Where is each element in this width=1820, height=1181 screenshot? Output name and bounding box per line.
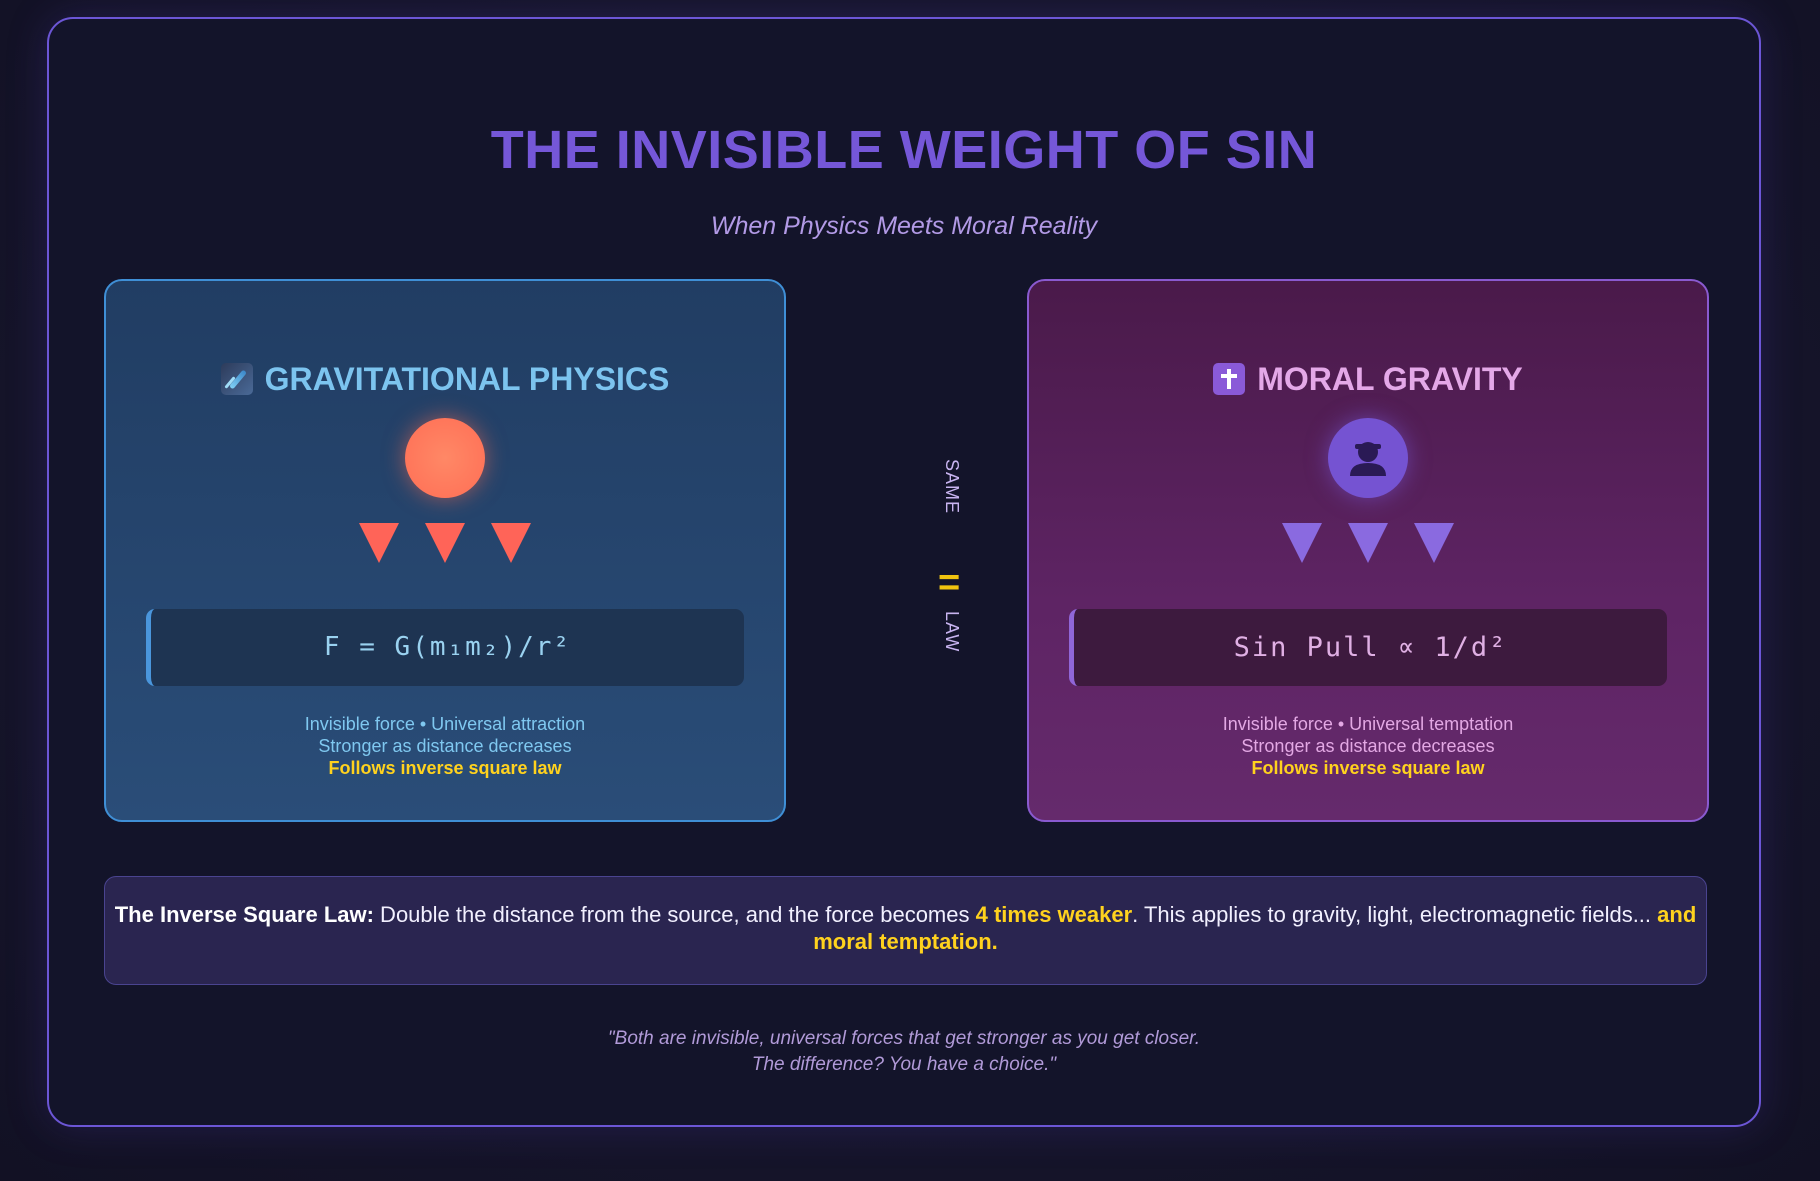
inverse-square-law-banner: The Inverse Square Law: Double the dista… [104, 876, 1707, 985]
mass-orb [405, 418, 485, 498]
physics-heading: GRAVITATIONAL PHYSICS [106, 361, 784, 398]
moral-desc-highlight: Follows inverse square law [1251, 758, 1485, 778]
down-arrow-icon [359, 523, 399, 563]
moral-desc-line2: Stronger as distance decreases [1241, 736, 1495, 756]
quote-line1: "Both are invisible, universal forces th… [607, 1028, 1201, 1049]
gravitational-physics-panel: GRAVITATIONAL PHYSICS F = G(m₁m₂)/r² Inv… [104, 279, 786, 822]
law-label: LAW [942, 611, 962, 653]
moral-desc-line1: Invisible force • Universal temptation [1222, 714, 1514, 734]
moral-description: Invisible force • Universal temptation S… [1029, 713, 1707, 779]
down-arrow-icon [425, 523, 465, 563]
down-arrow-icon [1414, 523, 1454, 563]
moral-pull-arrows [1029, 523, 1707, 563]
person-orb [1328, 418, 1408, 498]
banner-lead: The Inverse Square Law: [114, 902, 374, 927]
down-arrow-icon [491, 523, 531, 563]
physics-pull-arrows [106, 523, 784, 563]
comet-icon [220, 363, 253, 395]
banner-text-1: Double the distance from the source, and… [373, 902, 976, 927]
physics-description: Invisible force • Universal attraction S… [106, 713, 784, 779]
same-label: SAME [942, 459, 962, 515]
down-arrow-icon [1348, 523, 1388, 563]
page-title: THE INVISIBLE WEIGHT OF SIN [490, 120, 1318, 180]
down-arrow-icon [1282, 523, 1322, 563]
quote-line2: The difference? You have a choice." [751, 1054, 1057, 1075]
same-law-connector: SAME = LAW [906, 459, 1000, 679]
person-icon [1350, 442, 1386, 476]
gravity-formula: F = G(m₁m₂)/r² [146, 609, 744, 686]
page-subtitle: When Physics Meets Moral Reality [710, 212, 1098, 240]
banner-text-2: . This applies to gravity, light, electr… [1132, 902, 1658, 927]
closing-quote: "Both are invisible, universal forces th… [49, 1026, 1759, 1078]
physics-desc-highlight: Follows inverse square law [328, 758, 562, 778]
sin-pull-formula: Sin Pull ∝ 1/d² [1069, 609, 1667, 686]
cross-icon [1213, 363, 1246, 395]
moral-heading: MORAL GRAVITY [1029, 361, 1707, 398]
physics-desc-line1: Invisible force • Universal attraction [304, 714, 586, 734]
physics-heading-text: GRAVITATIONAL PHYSICS [264, 361, 670, 397]
banner-highlight-1: 4 times weaker [975, 902, 1133, 927]
physics-desc-line2: Stronger as distance decreases [318, 736, 572, 756]
equals-symbol: = [938, 562, 961, 604]
main-frame: THE INVISIBLE WEIGHT OF SIN When Physics… [47, 17, 1761, 1127]
moral-gravity-panel: MORAL GRAVITY Sin Pull ∝ 1/d² Invisible … [1027, 279, 1709, 822]
moral-heading-text: MORAL GRAVITY [1257, 361, 1523, 397]
